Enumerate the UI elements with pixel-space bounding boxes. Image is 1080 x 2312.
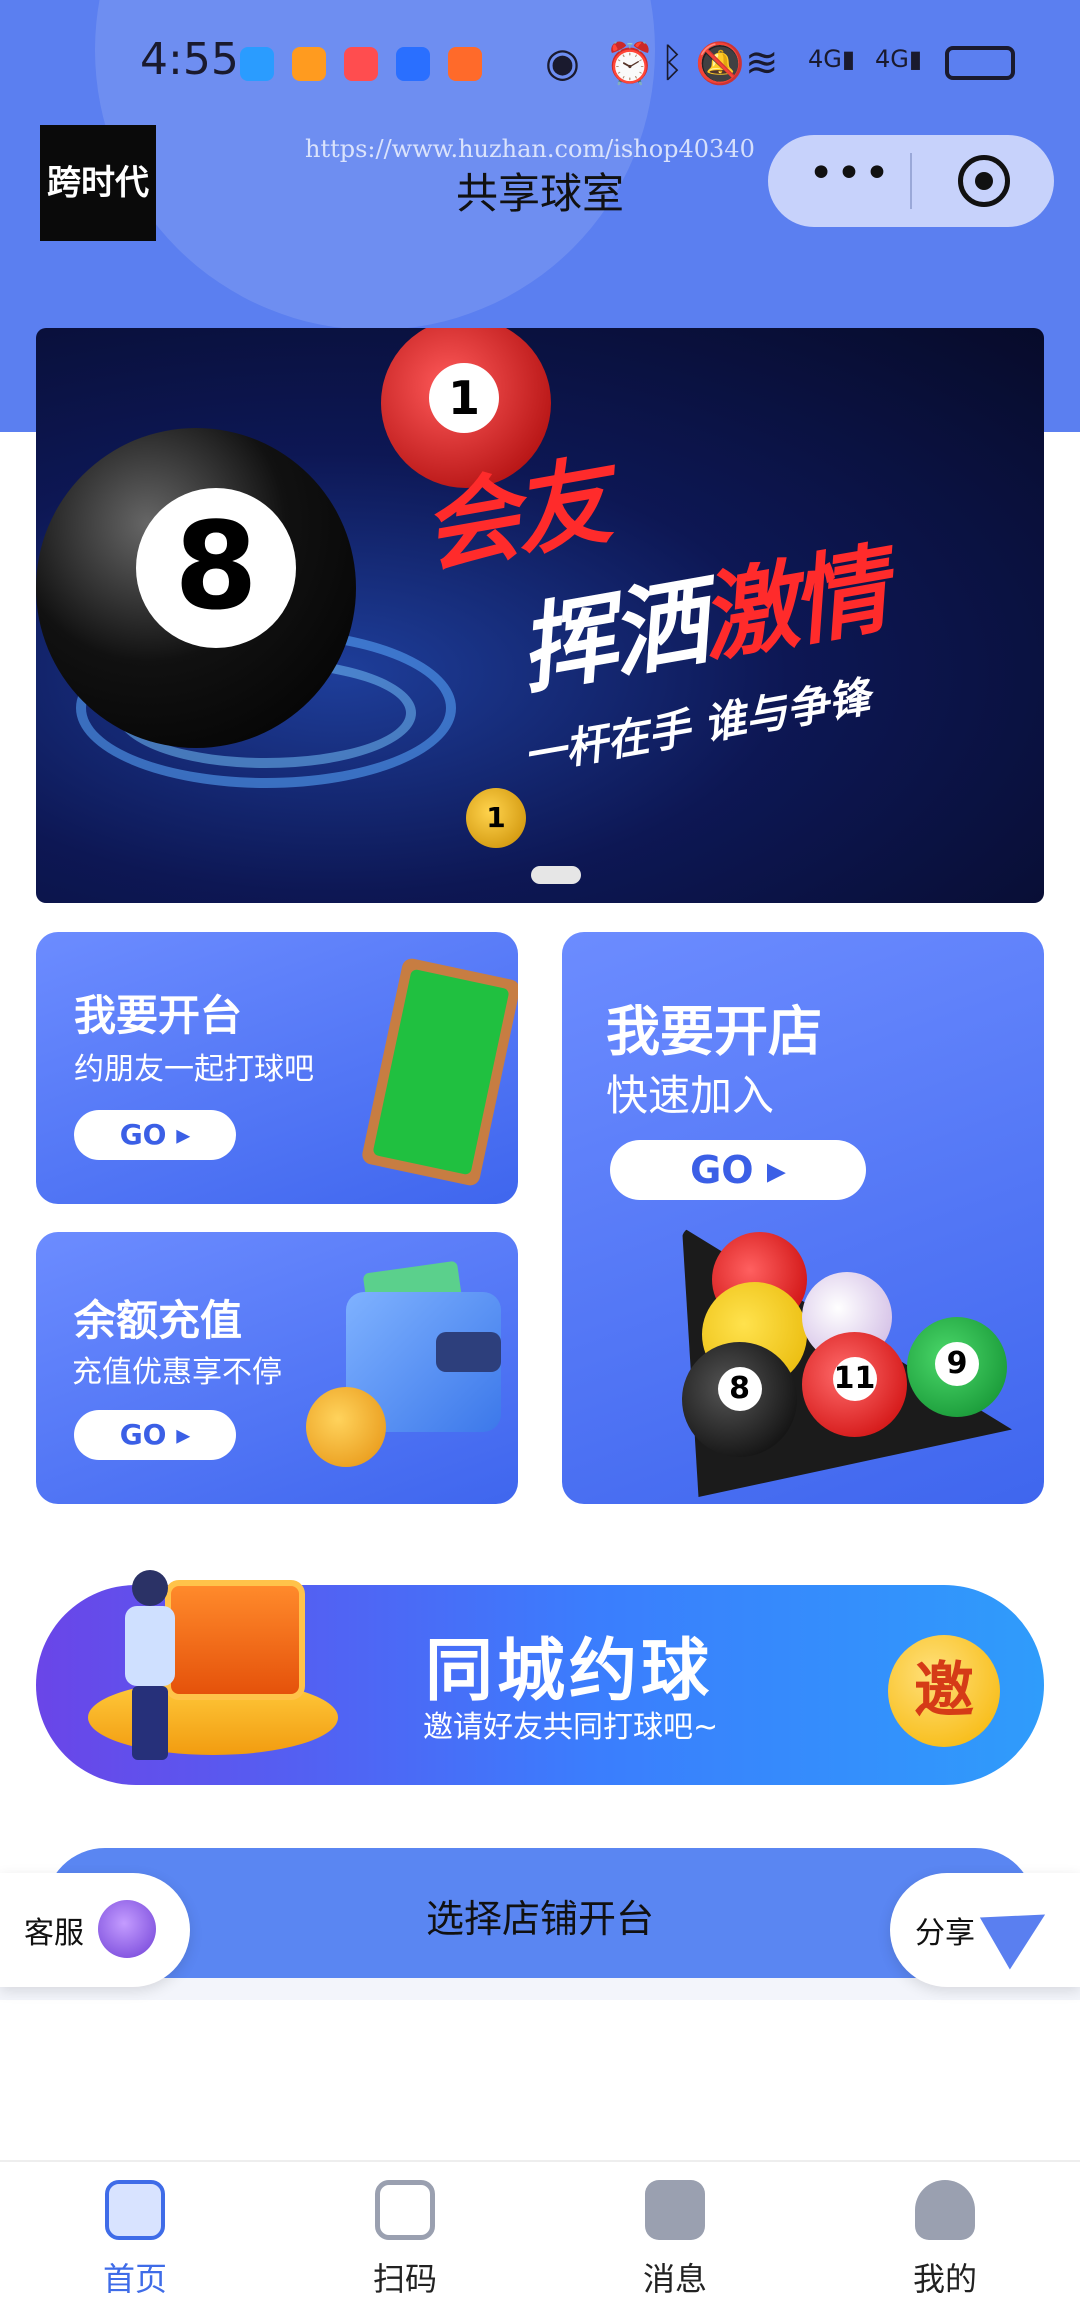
go-button[interactable]: GO ▸ [74,1410,236,1460]
mute-icon: 🔕 [695,41,745,87]
close-target-icon[interactable] [958,155,1010,207]
eight-ball-icon: 8 [36,428,356,748]
book-icon [344,47,378,81]
page-title: 共享球室 [455,169,624,218]
watermark-url: https://www.huzhan.com/ishop40340 [305,135,755,163]
yellow-ball-icon: 1 [466,788,526,848]
alarm-icon: ⏰ [605,41,655,87]
service-label: 客服 [24,1916,84,1951]
network-type-label: 4G [875,45,909,73]
more-menu-button[interactable]: ••• [800,148,900,199]
bluetooth-icon: ᛒ [660,40,684,86]
nine-ball-icon: 9 [907,1317,1007,1417]
tab-home[interactable]: 首页 [45,2180,225,2300]
open-table-card[interactable]: 我要开台 约朋友一起打球吧 GO ▸ [36,932,518,1204]
tab-label: 首页 [102,2260,167,2298]
message-icon [645,2180,705,2240]
eleven-ball-icon: 11 [802,1332,907,1437]
status-time: 4:55 [140,34,239,85]
chat-icon [240,47,274,81]
ball-number: 8 [717,1367,762,1411]
tab-label: 我的 [912,2260,977,2298]
ball-number: 11 [832,1357,877,1401]
share-label: 分享 [915,1916,975,1951]
app-icon [292,47,326,81]
card-title: 余额充值 [74,1296,243,1345]
wifi-icon: ≋ [745,40,779,86]
headline-white: 挥洒 [510,565,712,708]
app2-icon [448,47,482,81]
coin-icon [306,1387,386,1467]
tab-profile[interactable]: 我的 [855,2180,1035,2300]
network-type-label: 4G [808,45,842,73]
go-button[interactable]: GO ▸ [74,1110,236,1160]
battery-charging-icon [945,46,1015,80]
card-subtitle: 充值优惠享不停 [72,1355,282,1390]
eye-icon: ◉ [545,40,580,86]
open-store-card[interactable]: 我要开店 快速加入 GO ▸ 8 11 9 [562,932,1044,1504]
eight-ball-icon: 8 [682,1342,797,1457]
headset-icon [98,1900,156,1958]
logo-text: 跨时代 [47,163,149,203]
tab-label: 消息 [642,2260,707,2298]
invite-title: 同城约球 [425,1632,714,1711]
invite-badge[interactable]: 邀 [888,1635,1000,1747]
card-title: 我要开台 [74,991,243,1040]
card-title: 我要开店 [606,1000,822,1063]
recharge-card[interactable]: 余额充值 充值优惠享不停 GO ▸ [36,1232,518,1504]
invite-subtitle: 邀请好友共同打球吧~ [423,1710,719,1745]
pool-table-icon [360,956,518,1188]
signal-icon: 4G▮ [808,45,856,73]
treasure-chest-icon [165,1580,305,1700]
tab-label: 扫码 [372,2260,437,2298]
carousel-indicator [531,866,581,884]
promo-banner[interactable]: 1 8 1 会友 以球 挥洒激情 一杆在手 谁与争锋 [36,328,1044,903]
ball-number: 9 [935,1342,979,1386]
tab-scan[interactable]: 扫码 [315,2180,495,2300]
card-subtitle: 快速加入 [606,1071,775,1120]
app-logo: 跨时代 [40,125,156,241]
tab-messages[interactable]: 消息 [585,2180,765,2300]
signal-icon: 4G▮ [875,45,923,73]
bulb-icon [396,47,430,81]
scan-icon [375,2180,435,2240]
capsule-divider [910,153,912,209]
ball-number: 1 [429,363,499,433]
wallet-clasp [436,1332,501,1372]
headline-red: 激情 [691,533,893,677]
card-subtitle: 约朋友一起打球吧 [74,1052,314,1087]
home-icon [105,2180,165,2240]
person-illustration [120,1570,180,1760]
go-button[interactable]: GO ▸ [610,1140,866,1200]
ball-number: 8 [136,488,296,648]
profile-icon [915,2180,975,2240]
select-store-label: 选择店铺开台 [425,1897,654,1941]
